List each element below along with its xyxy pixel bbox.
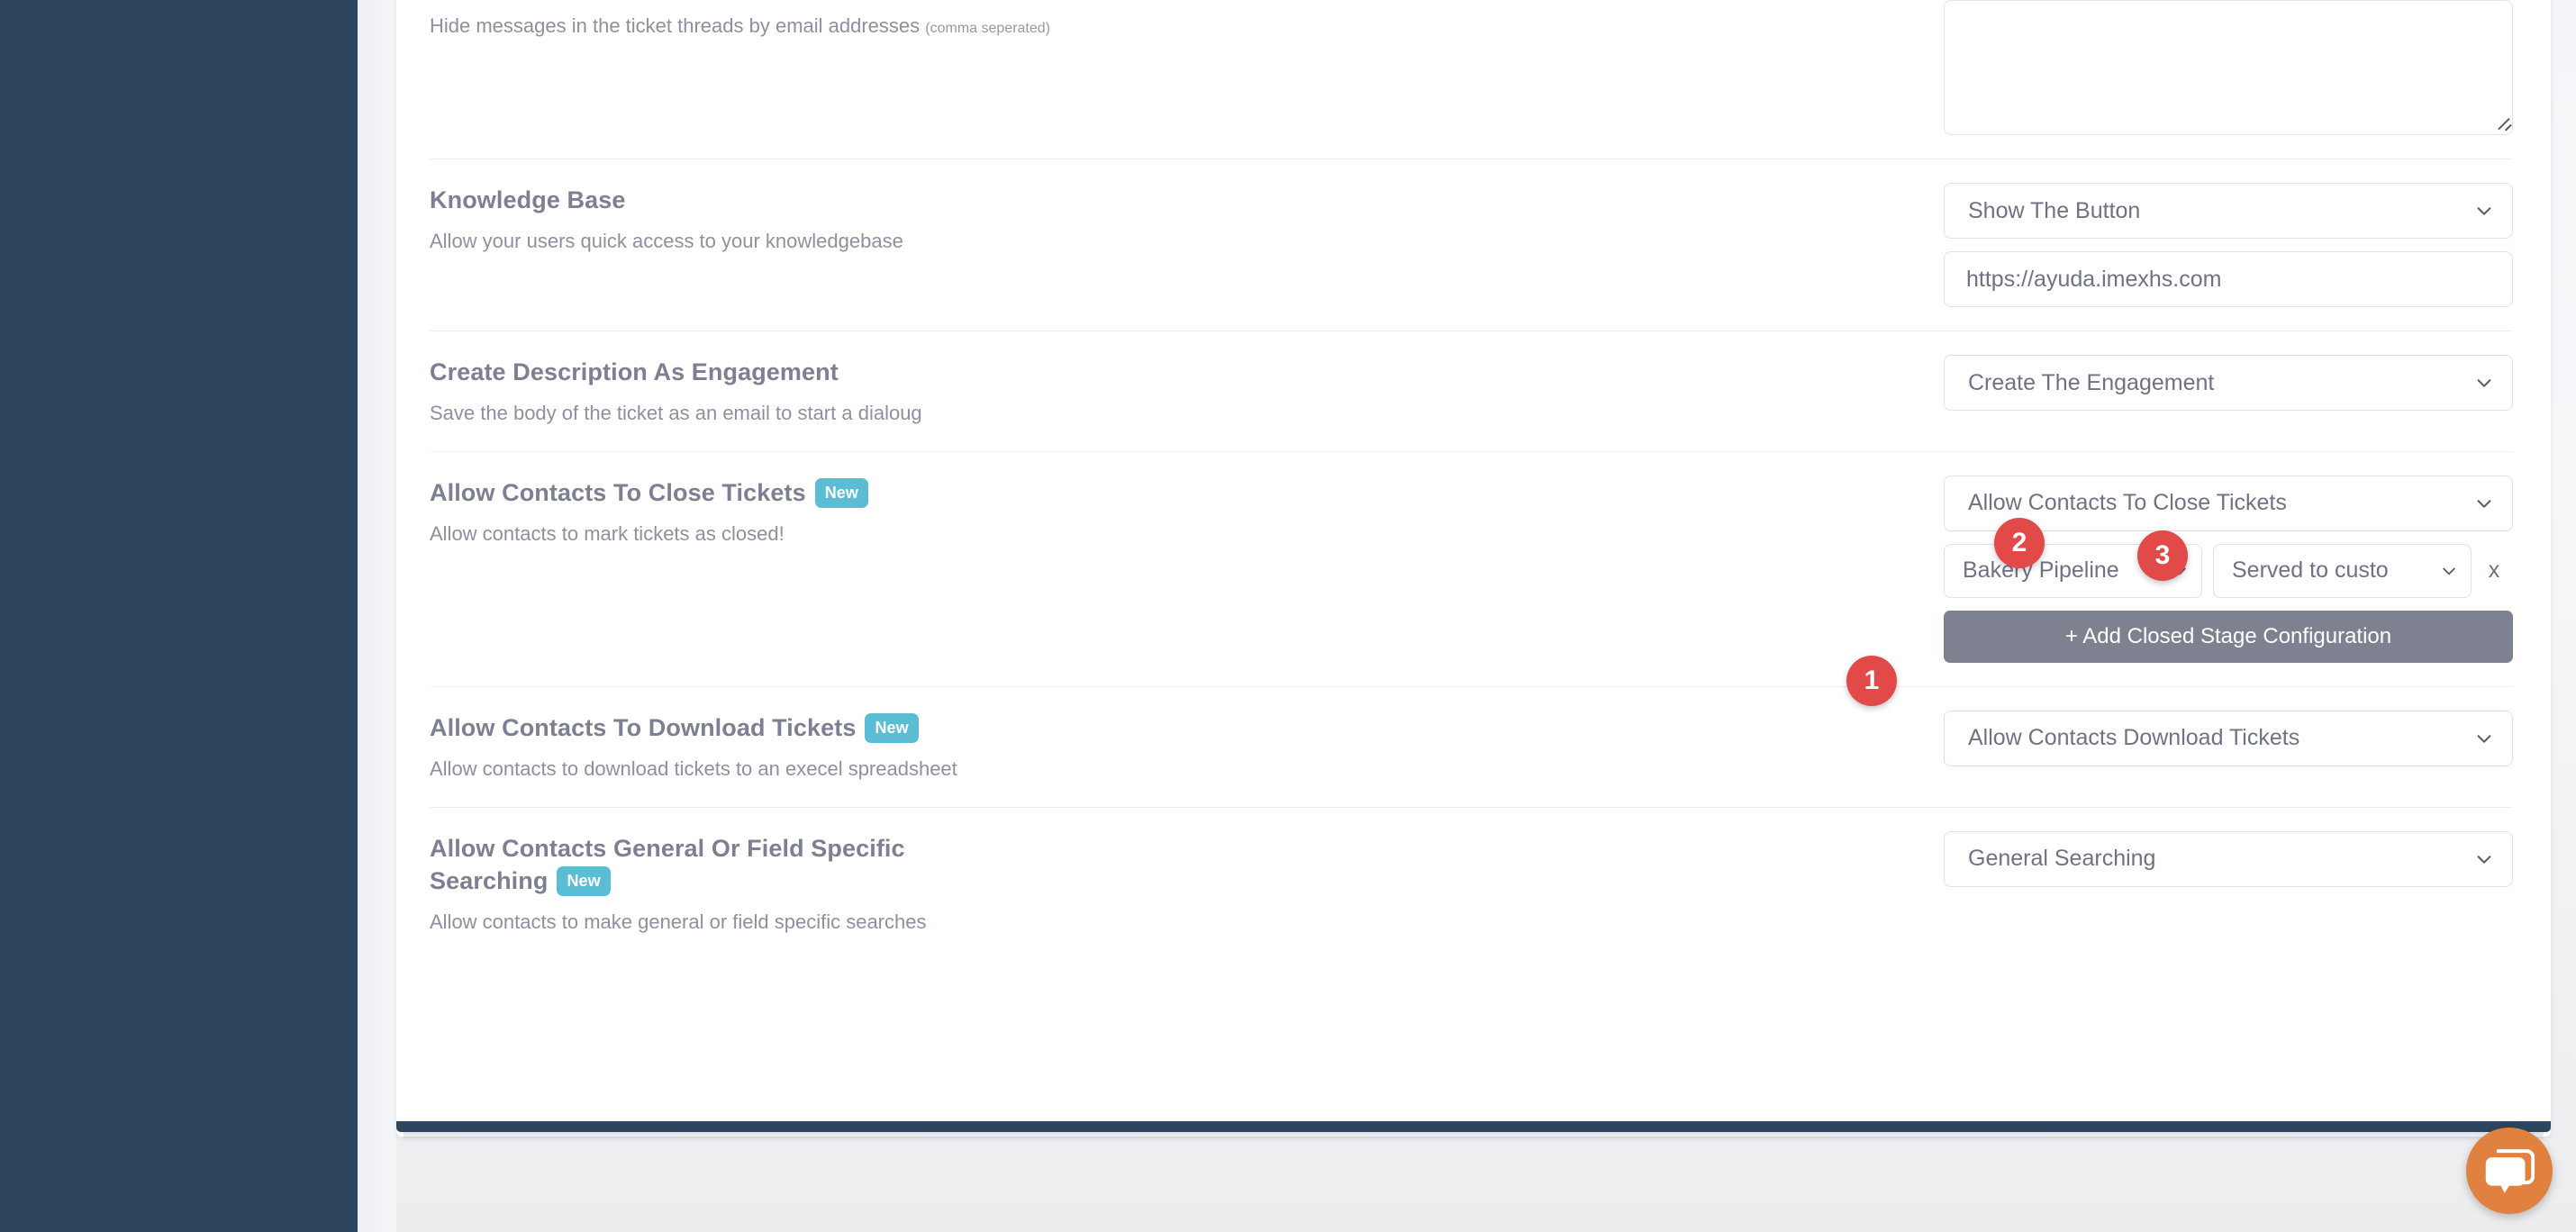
row-right: Create The Engagement <box>1905 355 2513 411</box>
badge-new: New <box>865 713 918 743</box>
searching-desc: Allow contacts to make general or field … <box>430 907 1869 937</box>
hide-messages-desc: Hide messages in the ticket threads by e… <box>430 14 920 37</box>
stage-select[interactable]: Served to custo <box>2213 544 2472 598</box>
create-engagement-select[interactable]: Create The Engagement <box>1944 355 2513 411</box>
callout-marker-3: 3 <box>2137 530 2188 581</box>
chevron-down-icon <box>2474 849 2494 869</box>
close-tickets-select-value: Allow Contacts To Close Tickets <box>1968 490 2287 516</box>
resize-handle-icon[interactable] <box>2493 116 2508 131</box>
searching-title: Allow Contacts General Or Field Specific… <box>430 835 905 894</box>
hide-messages-desc-note: (comma seperated) <box>925 21 1050 36</box>
knowledge-base-url-input[interactable]: https://ayuda.imexhs.com <box>1944 251 2513 307</box>
badge-new: New <box>557 866 610 896</box>
setting-row-knowledge-base: Knowledge Base Allow your users quick ac… <box>430 159 2513 331</box>
searching-select-value: General Searching <box>1968 846 2155 872</box>
add-closed-stage-configuration-button[interactable]: + Add Closed Stage Configuration <box>1944 611 2513 663</box>
row-left: Allow Contacts General Or Field Specific… <box>430 831 1905 937</box>
knowledge-base-select[interactable]: Show The Button <box>1944 183 2513 239</box>
searching-select[interactable]: General Searching <box>1944 831 2513 887</box>
knowledge-base-select-value: Show The Button <box>1968 198 2140 224</box>
row-title: Allow Contacts To Close Tickets New <box>430 477 1869 510</box>
setting-row-general-field-searching: Allow Contacts General Or Field Specific… <box>430 807 2513 960</box>
setting-row-allow-download-tickets: Allow Contacts To Download Tickets New Al… <box>430 686 2513 807</box>
left-sidebar <box>0 0 358 1232</box>
row-title: Allow Contacts To Download Tickets New <box>430 712 1869 745</box>
remove-stage-config-button[interactable]: x <box>2482 557 2506 584</box>
row-title: Knowledge Base <box>430 185 1869 217</box>
create-engagement-desc: Save the body of the ticket as an email … <box>430 398 1869 428</box>
chevron-down-icon <box>2474 494 2494 513</box>
hide-messages-textarea[interactable] <box>1944 0 2513 135</box>
setting-row-create-description-engagement: Create Description As Engagement Save th… <box>430 331 2513 451</box>
chevron-down-icon <box>2474 373 2494 393</box>
chevron-down-icon <box>2474 201 2494 221</box>
close-tickets-desc: Allow contacts to mark tickets as closed… <box>430 519 1869 548</box>
setting-row-hide-messages: Hide messages in the ticket threads by e… <box>430 0 2513 159</box>
create-engagement-select-value: Create The Engagement <box>1968 370 2214 396</box>
chat-widget-button[interactable] <box>2466 1128 2553 1214</box>
download-tickets-select-value: Allow Contacts Download Tickets <box>1968 725 2299 751</box>
row-right: Allow Contacts To Close Tickets Bakery P… <box>1905 476 2513 663</box>
sidebar-gutter <box>358 0 396 1232</box>
download-tickets-title: Allow Contacts To Download Tickets <box>430 714 856 741</box>
row-title: Allow Contacts General Or Field Specific… <box>430 833 1006 898</box>
row-right: General Searching <box>1905 831 2513 887</box>
download-tickets-select[interactable]: Allow Contacts Download Tickets <box>1944 711 2513 766</box>
callout-marker-2: 2 <box>1994 518 2045 568</box>
row-right <box>1905 0 2513 135</box>
chat-bubble-icon <box>2484 1147 2535 1194</box>
row-left: Hide messages in the ticket threads by e… <box>430 0 1905 41</box>
pipeline-select-value: Bakery Pipeline <box>1963 557 2119 584</box>
settings-rows: Hide messages in the ticket threads by e… <box>430 0 2513 960</box>
row-left: Knowledge Base Allow your users quick ac… <box>430 183 1905 256</box>
chevron-down-icon <box>2474 729 2494 748</box>
row-description: Hide messages in the ticket threads by e… <box>430 11 1869 41</box>
card-footer-bar <box>396 1121 2551 1132</box>
callout-marker-1: 1 <box>1846 656 1897 706</box>
badge-new: New <box>815 478 868 508</box>
row-right: Show The Button https://ayuda.imexhs.com <box>1905 183 2513 307</box>
close-tickets-title: Allow Contacts To Close Tickets <box>430 479 806 506</box>
row-left: Allow Contacts To Close Tickets New Allow… <box>430 476 1905 548</box>
create-engagement-title: Create Description As Engagement <box>430 358 839 385</box>
stage-select-value: Served to custo <box>2232 557 2389 584</box>
page-root: Hide messages in the ticket threads by e… <box>0 0 2576 1232</box>
row-title: Create Description As Engagement <box>430 357 1869 389</box>
chevron-down-icon <box>2440 562 2458 580</box>
download-tickets-desc: Allow contacts to download tickets to an… <box>430 754 1869 784</box>
card-shadow <box>404 1132 2544 1141</box>
knowledge-base-title: Knowledge Base <box>430 186 625 213</box>
row-left: Create Description As Engagement Save th… <box>430 355 1905 428</box>
knowledge-base-desc: Allow your users quick access to your kn… <box>430 226 1869 256</box>
setting-row-allow-close-tickets: Allow Contacts To Close Tickets New Allow… <box>430 451 2513 686</box>
row-left: Allow Contacts To Download Tickets New Al… <box>430 711 1905 784</box>
row-right: Allow Contacts Download Tickets <box>1905 711 2513 766</box>
knowledge-base-url-value: https://ayuda.imexhs.com <box>1966 267 2221 293</box>
